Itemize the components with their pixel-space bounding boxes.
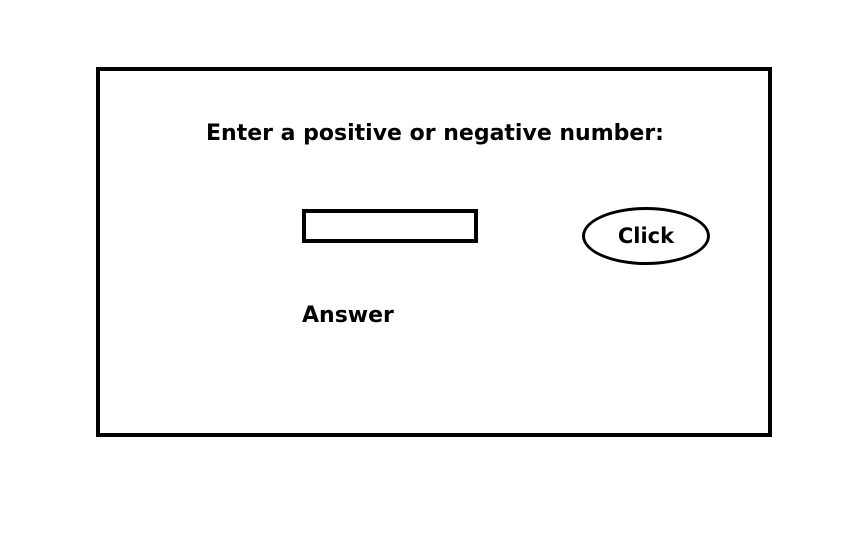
number-input[interactable] (302, 209, 478, 243)
number-prompt-label: Enter a positive or negative number: (206, 121, 664, 146)
click-button[interactable]: Click (582, 207, 710, 265)
answer-label: Answer (302, 303, 394, 328)
form-panel: Enter a positive or negative number: Cli… (96, 67, 772, 437)
